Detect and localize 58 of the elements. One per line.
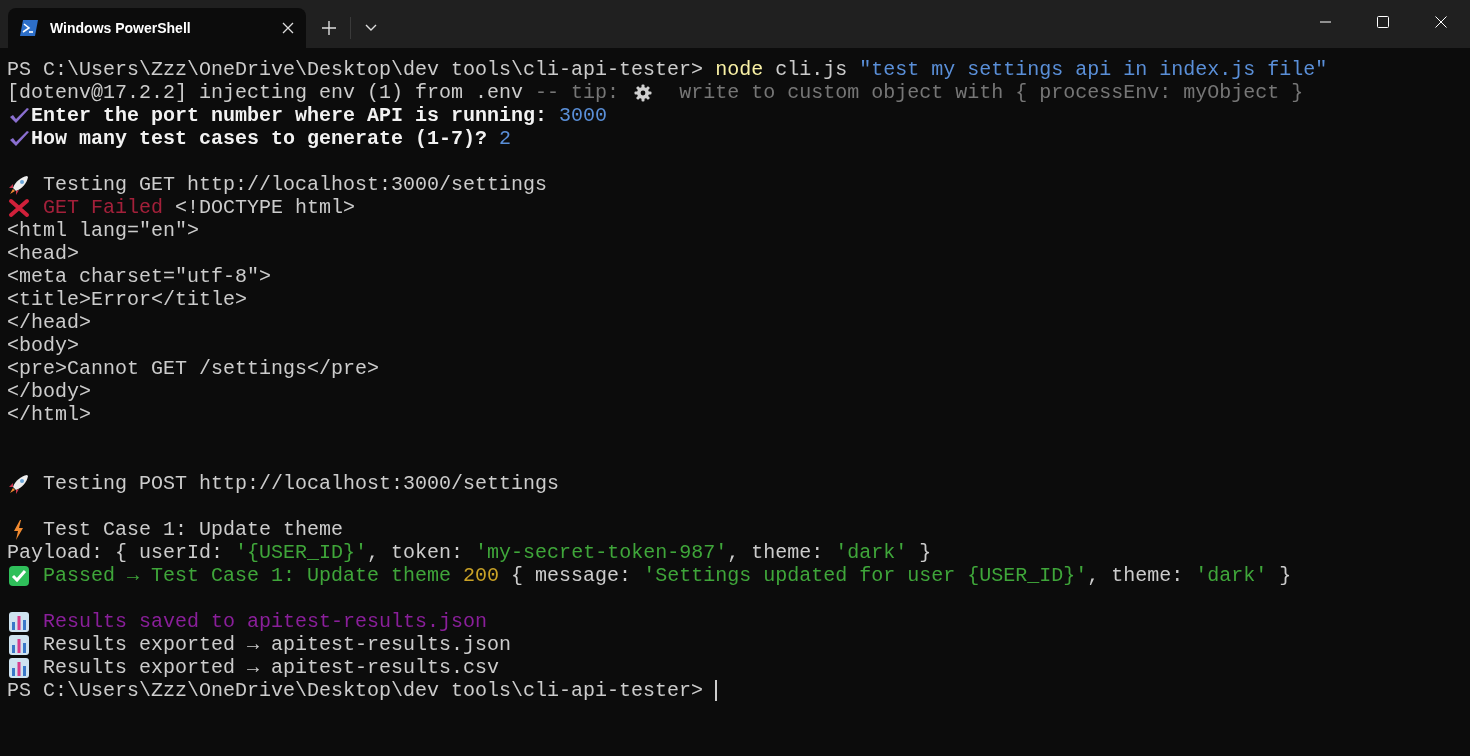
terminal-text: [dotenv@17.2.2] injecting env (1) from .env [7,81,524,104]
terminal-text: 'my-secret-token-987' [475,541,728,564]
terminal-text: <body> [7,334,79,357]
terminal-text: write to custom object with { processEnv: myObject } [678,81,1304,104]
terminal-text: <meta charset="utf-8"> [7,265,272,288]
terminal-text: 'dark' [835,541,908,564]
terminal-text: 3000 [559,104,608,127]
terminal-text: Test Case 1: Update theme [42,518,344,541]
terminal-text: Results saved to apitest-results.json [42,610,488,633]
terminal-text: GET Failed [42,196,164,219]
terminal-text: </body> [7,380,91,403]
terminal-text: , theme: [1087,564,1185,587]
terminal-text: Enter the port number where API is running: [31,104,549,127]
terminal-text: Testing GET http://localhost:3000/settings [42,173,548,196]
terminal-tab[interactable]: Windows PowerShell [8,8,306,48]
maximize-icon[interactable] [1377,16,1389,28]
terminal-text: 200 [463,564,500,587]
terminal-text: </html> [7,403,91,426]
terminal-text: 'dark' [1195,564,1268,587]
terminal-text: <pre>Cannot GET /settings</pre> [7,357,380,380]
terminal-text: 2 [499,127,512,150]
new-tab-icon[interactable] [322,21,336,35]
terminal-text: node [715,58,764,81]
terminal-text: Payload: { userId: [7,541,225,564]
terminal-text: , token: [367,541,465,564]
terminal-text: "test my settings api in index.js file" [859,58,1328,81]
terminal-text: <head> [7,242,79,265]
terminal-text: </head> [7,311,91,334]
checkbox-icon [7,565,31,586]
terminal-text: cli.js [774,58,849,81]
terminal-text: PS C:\Users\Zzz\OneDrive\Desktop\dev tools\cli-api-tester> [7,679,705,702]
minimize-icon[interactable] [1319,21,1331,23]
terminal-text: Testing POST http://localhost:3000/settings [42,472,560,495]
terminal-text: Results exported → apitest-results.json [42,633,512,656]
terminal-text: How many test cases to generate (1-7)? [31,127,489,150]
chevron-down-icon[interactable] [365,24,377,32]
rocket-icon [7,473,31,494]
terminal-text: 'Settings updated for user {USER_ID}' [643,564,1088,587]
terminal-text: '{USER_ID}' [235,541,368,564]
terminal-text: } [918,541,932,564]
terminal-text: PS C:\Users\Zzz\OneDrive\Desktop\dev tools\cli-api-tester> [7,58,705,81]
terminal-text: <title>Error</title> [7,288,248,311]
terminal-text: -- tip: [534,81,621,104]
terminal-text: } [1278,564,1292,587]
cross-icon [7,197,31,218]
terminal-text: Results exported → apitest-results.csv [42,656,500,679]
terminal-text: Passed → Test Case 1: Update theme [42,564,453,587]
bar-chart-icon [7,634,31,655]
rocket-icon [7,174,31,195]
terminal-text: <html lang="en"> [7,219,200,242]
close-icon[interactable] [282,22,294,34]
bar-chart-icon [7,657,31,678]
tab-title: Windows PowerShell [50,18,192,38]
terminal-text: , theme: [727,541,825,564]
powershell-icon [20,20,38,36]
terminal-text: { message: [510,564,633,587]
bar-chart-icon [7,611,31,632]
terminal-text: <!DOCTYPE html> [174,196,356,219]
